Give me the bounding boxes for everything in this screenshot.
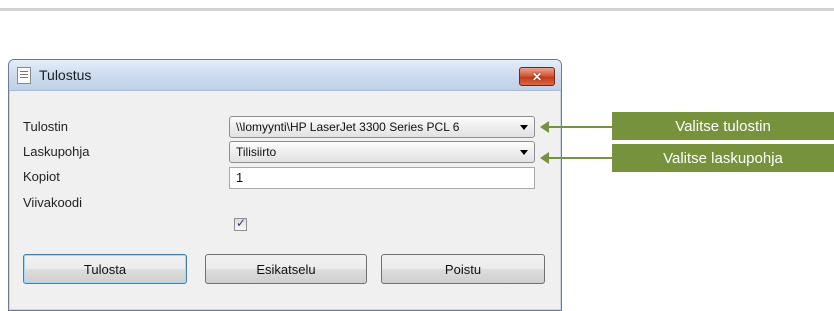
top-divider bbox=[0, 8, 834, 11]
dialog-title: Tulostus bbox=[39, 67, 92, 83]
print-button[interactable]: Tulosta bbox=[23, 254, 187, 284]
checkmark-icon: ✓ bbox=[236, 216, 247, 230]
template-callout-line bbox=[548, 157, 612, 159]
template-label: Laskupohja bbox=[23, 144, 90, 159]
print-dialog: Tulostus ✕ Tulostin \\lomyynti\HP LaserJ… bbox=[8, 59, 562, 311]
copies-label: Kopiot bbox=[23, 169, 60, 184]
template-select-value: Tilisiirto bbox=[236, 145, 277, 159]
template-callout: Valitse laskupohja bbox=[612, 144, 834, 172]
printer-select-value: \\lomyynti\HP LaserJet 3300 Series PCL 6 bbox=[236, 120, 460, 134]
printer-select[interactable]: \\lomyynti\HP LaserJet 3300 Series PCL 6 bbox=[229, 116, 535, 138]
app-window-icon bbox=[17, 67, 31, 84]
template-select[interactable]: Tilisiirto bbox=[229, 141, 535, 163]
arrow-left-icon bbox=[540, 152, 549, 164]
close-icon[interactable]: ✕ bbox=[519, 67, 555, 86]
barcode-label: Viivakoodi bbox=[23, 195, 83, 210]
dialog-titlebar[interactable]: Tulostus ✕ bbox=[9, 60, 561, 91]
dropdown-arrow-icon bbox=[520, 125, 528, 130]
preview-button[interactable]: Esikatselu bbox=[205, 254, 367, 284]
printer-label: Tulostin bbox=[23, 119, 69, 134]
exit-button[interactable]: Poistu bbox=[381, 254, 545, 284]
arrow-left-icon bbox=[540, 121, 549, 133]
copies-input[interactable]: 1 bbox=[229, 167, 535, 189]
dropdown-arrow-icon bbox=[520, 150, 528, 155]
printer-callout: Valitse tulostin bbox=[612, 112, 834, 140]
barcode-checkbox[interactable]: ✓ bbox=[234, 216, 247, 231]
printer-callout-line bbox=[548, 126, 612, 128]
